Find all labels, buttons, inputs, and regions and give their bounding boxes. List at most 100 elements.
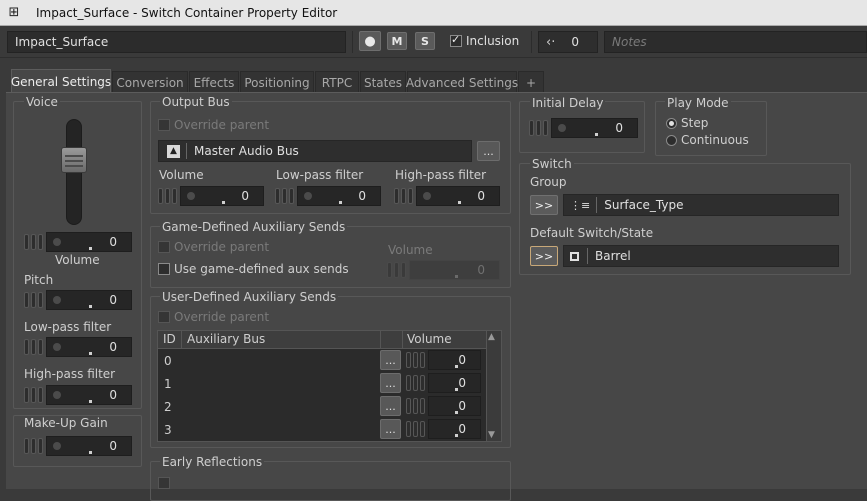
use-game-aux-checkbox[interactable] xyxy=(158,263,170,278)
tab-add[interactable]: + xyxy=(518,71,544,94)
header-divider xyxy=(402,331,403,349)
aux-header-volume[interactable]: Volume xyxy=(407,332,452,346)
aux-bus-browse-button[interactable]: ... xyxy=(380,350,401,370)
initial-delay-title: Initial Delay xyxy=(530,96,606,110)
game-aux-override-checkbox[interactable] xyxy=(158,241,170,256)
tab-conversion[interactable]: Conversion xyxy=(112,71,188,94)
switch-group-value: Surface_Type xyxy=(604,198,684,212)
user-aux-title: User-Defined Auxiliary Sends xyxy=(160,290,339,304)
title-bar: ⊞ Impact_Surface - Switch Container Prop… xyxy=(0,0,867,26)
user-aux-override-label: Override parent xyxy=(174,310,270,324)
output-volume-slider[interactable]: 0 xyxy=(157,186,264,206)
switch-state-icon xyxy=(570,251,579,261)
tab-positioning[interactable]: Positioning xyxy=(240,71,314,94)
game-aux-volume-value: 0 xyxy=(477,263,485,277)
share-set-field[interactable]: ‹· 0 xyxy=(538,31,598,53)
early-reflections-title: Early Reflections xyxy=(160,455,265,469)
aux-row-id: 2 xyxy=(164,400,172,414)
play-mode-step-label: Step xyxy=(681,116,709,130)
play-mode-continuous-label: Continuous xyxy=(681,133,749,147)
aux-table-scrollbar[interactable] xyxy=(486,331,501,441)
output-lpf-value: 0 xyxy=(358,189,366,203)
toolbar-divider xyxy=(352,31,353,53)
aux-volume-slider[interactable]: 0 xyxy=(405,350,481,370)
aux-volume-value: 0 xyxy=(458,399,466,413)
game-aux-volume-slider[interactable]: 0 xyxy=(386,260,500,280)
color-button[interactable]: ● xyxy=(359,31,381,51)
play-mode-continuous-radio[interactable] xyxy=(666,135,677,149)
header-divider xyxy=(181,331,182,349)
early-reflections-override-checkbox[interactable] xyxy=(158,477,170,492)
window-title: Impact_Surface - Switch Container Proper… xyxy=(36,6,338,20)
voice-volume-fader[interactable] xyxy=(61,119,87,225)
object-name-field[interactable]: Impact_Surface xyxy=(7,31,346,53)
aux-volume-value: 0 xyxy=(458,376,466,390)
inclusion-checkbox[interactable] xyxy=(450,33,462,50)
tab-advanced-settings[interactable]: Advanced Settings xyxy=(406,71,518,94)
makeup-gain-value: 0 xyxy=(109,439,117,453)
tab-bar: General Settings Conversion Effects Posi… xyxy=(0,69,867,94)
voice-volume-value: 0 xyxy=(109,235,117,249)
notes-field[interactable]: Notes xyxy=(604,31,867,53)
makeup-gain-slider[interactable]: 0 xyxy=(23,436,132,456)
initial-delay-value: 0 xyxy=(615,121,623,135)
aux-header-id[interactable]: ID xyxy=(163,332,176,346)
solo-button[interactable]: S xyxy=(415,32,435,50)
makeup-gain-title: Make-Up Gain xyxy=(24,416,108,430)
tab-states[interactable]: States xyxy=(360,71,406,94)
output-bus-browse-button[interactable]: ... xyxy=(477,141,500,161)
output-override-checkbox[interactable] xyxy=(158,119,170,134)
palette-icon: ● xyxy=(364,33,376,49)
voice-lpf-slider[interactable]: 0 xyxy=(23,337,132,357)
default-switch-selector[interactable]: Barrel xyxy=(563,245,839,267)
output-lpf-slider[interactable]: 0 xyxy=(274,186,381,206)
output-bus-selector[interactable]: ▲ Master Audio Bus xyxy=(158,140,472,162)
mute-button[interactable]: M xyxy=(387,32,407,50)
aux-bus-browse-button[interactable]: ... xyxy=(380,419,401,439)
default-switch-value: Barrel xyxy=(595,249,631,263)
scroll-up-icon[interactable]: ▲ xyxy=(488,332,495,342)
aux-row-id: 0 xyxy=(164,354,172,368)
voice-lpf-value: 0 xyxy=(109,340,117,354)
share-icon: ‹· xyxy=(546,34,556,50)
aux-volume-slider[interactable]: 0 xyxy=(405,396,481,416)
aux-volume-value: 0 xyxy=(458,422,466,436)
pitch-label: Pitch xyxy=(24,273,54,287)
output-bus-title: Output Bus xyxy=(160,95,232,109)
aux-bus-browse-button[interactable]: ... xyxy=(380,396,401,416)
aux-row-id: 3 xyxy=(164,423,172,437)
user-aux-override-checkbox[interactable] xyxy=(158,311,170,326)
voice-hpf-slider[interactable]: 0 xyxy=(23,385,132,405)
voice-title: Voice xyxy=(24,95,60,109)
switch-title: Switch xyxy=(530,157,574,171)
tab-effects[interactable]: Effects xyxy=(189,71,239,94)
switch-group-selector[interactable]: ⋮≡ Surface_Type xyxy=(563,194,839,216)
pitch-slider[interactable]: 0 xyxy=(23,290,132,310)
switch-group-pick-button[interactable]: >> xyxy=(530,195,558,215)
inclusion-label: Inclusion xyxy=(466,34,520,48)
aux-bus-browse-button[interactable]: ... xyxy=(380,373,401,393)
aux-volume-slider[interactable]: 0 xyxy=(405,419,481,439)
game-aux-title: Game-Defined Auxiliary Sends xyxy=(160,220,348,234)
switch-container-icon: ⊞ xyxy=(8,5,20,20)
initial-delay-slider[interactable]: 0 xyxy=(528,118,638,138)
aux-header-bus[interactable]: Auxiliary Bus xyxy=(187,332,265,346)
tab-general-settings[interactable]: General Settings xyxy=(11,69,111,94)
output-override-label: Override parent xyxy=(174,118,270,132)
use-game-aux-label: Use game-defined aux sends xyxy=(174,262,349,276)
scroll-down-icon[interactable]: ▼ xyxy=(488,430,495,440)
play-mode-step-radio[interactable] xyxy=(666,118,677,132)
voice-volume-slider[interactable]: 0 xyxy=(23,232,132,252)
aux-volume-value: 0 xyxy=(458,353,466,367)
fader-handle[interactable] xyxy=(61,147,87,173)
output-volume-label: Volume xyxy=(159,168,204,182)
default-switch-pick-button[interactable]: >> xyxy=(530,246,558,266)
tab-rtpc[interactable]: RTPC xyxy=(315,71,359,94)
output-hpf-slider[interactable]: 0 xyxy=(393,186,500,206)
voice-volume-label: Volume xyxy=(55,253,100,267)
output-bus-icon: ▲ xyxy=(167,144,180,158)
game-aux-volume-label: Volume xyxy=(388,243,433,257)
share-count: 0 xyxy=(571,35,579,49)
aux-volume-slider[interactable]: 0 xyxy=(405,373,481,393)
header-divider xyxy=(380,331,381,349)
